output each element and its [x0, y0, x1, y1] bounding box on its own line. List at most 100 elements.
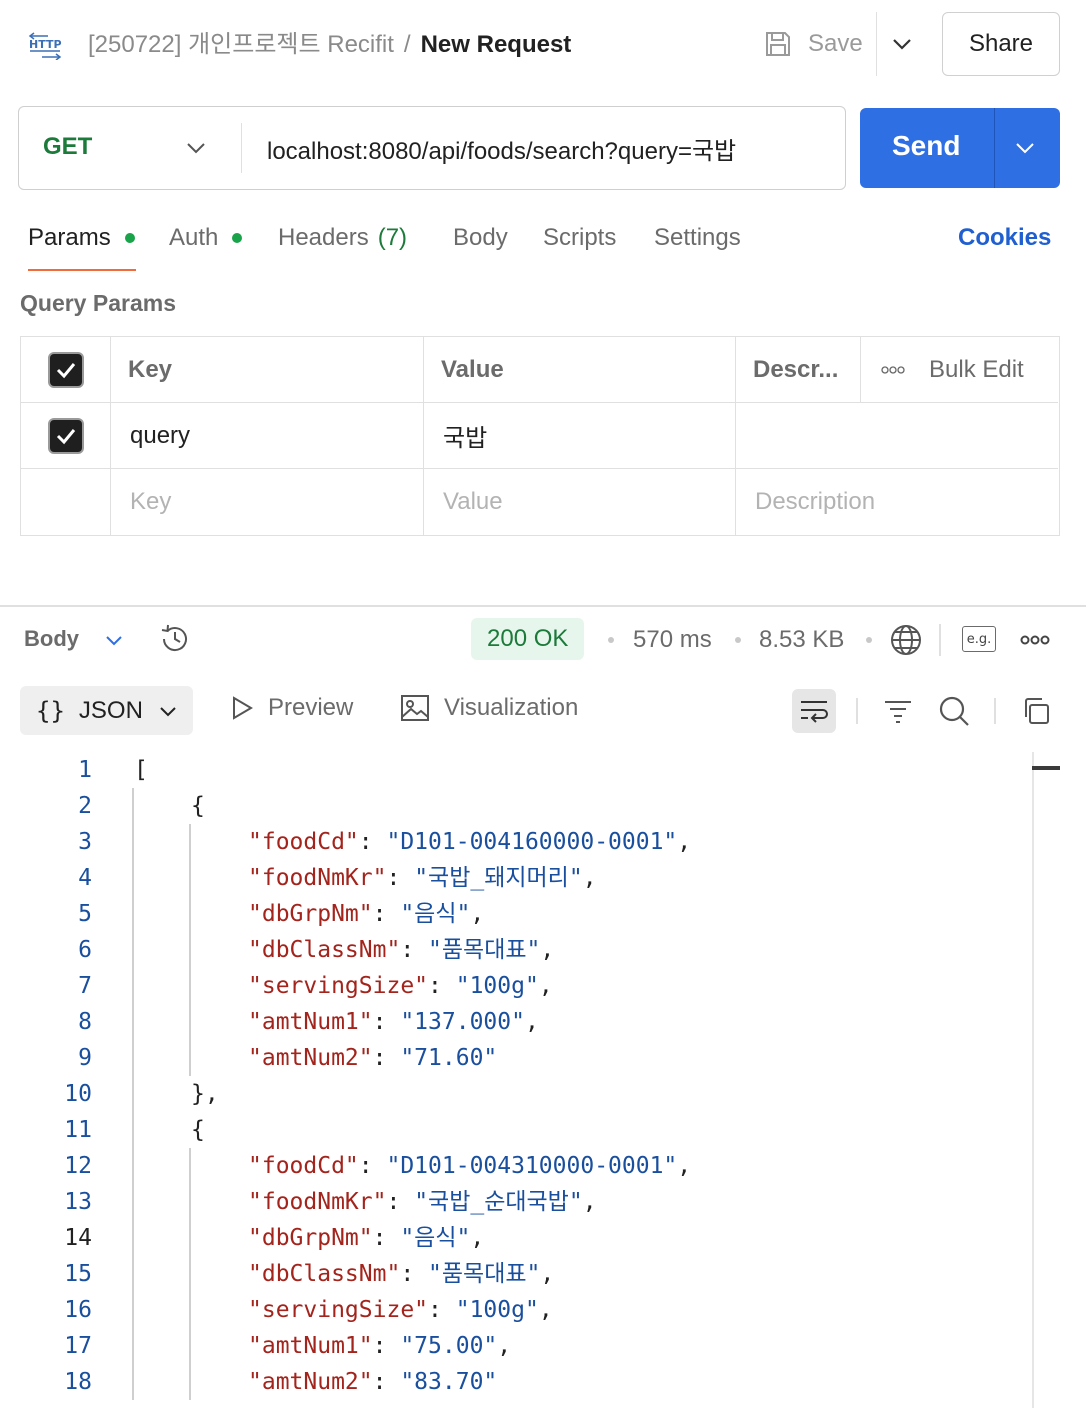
params-active-dot: [124, 233, 135, 243]
status-badge[interactable]: 200 OK: [471, 618, 585, 660]
send-label: Send: [892, 130, 961, 161]
request-header: HTTP [250722] 개인프로젝트 Recifit / New Request…: [0, 0, 1086, 88]
save-options-chevron-down-icon[interactable]: [888, 30, 916, 58]
code-scrollbar[interactable]: [1032, 752, 1034, 1408]
breadcrumb-collection[interactable]: [250722] 개인프로젝트 Recifit: [88, 31, 394, 58]
code-line: 4 "foodNmKr": "국밥_돼지머리",: [0, 860, 1032, 896]
json-punctuation: :: [372, 1333, 401, 1359]
line-number: 6: [78, 937, 92, 963]
response-view-bar: {} JSON Preview Visualization: [0, 686, 1086, 736]
code-text: "dbGrpNm": "음식",: [248, 896, 484, 932]
preview-tab[interactable]: Preview: [230, 694, 353, 722]
json-punctuation: :: [428, 1297, 456, 1323]
json-key: "foodNmKr": [248, 865, 387, 891]
more-icon[interactable]: [1018, 628, 1052, 652]
copy-icon: [1025, 698, 1049, 724]
json-string: "100g": [455, 973, 539, 999]
send-button[interactable]: Send: [860, 108, 1060, 188]
json-key: "servingSize": [248, 1297, 429, 1323]
json-string: "137.000": [400, 1009, 525, 1035]
new-param-description-input[interactable]: Description: [736, 469, 1058, 535]
method-chevron-down-icon[interactable]: [183, 135, 209, 161]
save-button[interactable]: Save: [762, 26, 863, 62]
line-number: 13: [64, 1189, 92, 1215]
visualization-tab[interactable]: Visualization: [400, 694, 578, 722]
tab-scripts[interactable]: Scripts: [543, 224, 616, 252]
json-punctuation: ,: [677, 1153, 692, 1179]
bulk-edit-cell: Bulk Edit: [861, 337, 1058, 402]
select-all-checkbox[interactable]: [47, 351, 84, 388]
column-key: Key: [111, 337, 424, 402]
meta-dot: [735, 637, 741, 643]
cookies-link[interactable]: Cookies: [958, 224, 1051, 252]
json-punctuation: :: [372, 1045, 401, 1071]
new-param-value-input[interactable]: Value: [424, 469, 736, 535]
save-example-icon[interactable]: e.g.: [962, 626, 996, 652]
copy-button[interactable]: [1014, 689, 1058, 733]
response-divider: [0, 605, 1086, 607]
url-input[interactable]: [267, 129, 827, 167]
meta-dot: [866, 637, 872, 643]
json-punctuation: ,: [538, 1297, 553, 1323]
new-param-checkbox-cell: [21, 469, 111, 535]
response-time[interactable]: 570 ms: [633, 626, 712, 654]
format-select[interactable]: {} JSON: [20, 686, 193, 735]
json-key: "dbClassNm": [248, 937, 401, 963]
send-options-chevron-down-icon[interactable]: [1012, 135, 1038, 161]
json-punctuation: :: [358, 829, 387, 855]
url-divider: [241, 123, 242, 173]
response-size[interactable]: 8.53 KB: [759, 626, 844, 654]
code-text: "amtNum2": "71.60": [248, 1040, 497, 1076]
filter-button[interactable]: [876, 689, 920, 733]
tab-params[interactable]: Params: [28, 224, 135, 252]
history-icon[interactable]: [158, 622, 192, 656]
check-icon: [56, 428, 75, 444]
code-text: "servingSize": "100g",: [248, 1292, 553, 1328]
param-value-field[interactable]: 국밥: [424, 403, 736, 468]
code-scrollbar-thumb[interactable]: [1032, 766, 1060, 770]
response-code-view[interactable]: 1[2{3 "foodCd": "D101-004160000-0001", 4 "f…: [0, 752, 1032, 1408]
code-line: 18 "amtNum2": "83.70": [0, 1364, 1032, 1400]
line-number: 5: [78, 901, 92, 927]
json-string: "100g": [455, 1297, 539, 1323]
new-param-key-input[interactable]: Key: [111, 469, 424, 535]
tab-auth[interactable]: Auth: [169, 224, 243, 252]
param-enable-checkbox[interactable]: [47, 417, 84, 454]
response-section-chevron-down-icon[interactable]: [102, 628, 126, 652]
line-number: 1: [78, 757, 92, 783]
json-string: "음식": [400, 1225, 471, 1251]
share-button[interactable]: Share: [942, 12, 1060, 76]
method-select[interactable]: GET: [43, 133, 92, 161]
param-key-field[interactable]: query: [111, 403, 424, 468]
code-line: 6 "dbClassNm": "품목대표",: [0, 932, 1032, 968]
search-button[interactable]: [932, 689, 976, 733]
tab-headers[interactable]: Headers (7): [278, 224, 407, 252]
toolbar-divider: [939, 624, 941, 656]
json-punctuation: [: [134, 757, 148, 783]
json-key: "amtNum2": [248, 1369, 373, 1395]
request-tabs: Params Auth Headers (7) Body Scripts Sett…: [0, 216, 1086, 276]
globe-icon[interactable]: [888, 622, 924, 658]
bulk-edit-button[interactable]: Bulk Edit: [881, 356, 1024, 384]
tab-settings[interactable]: Settings: [654, 224, 741, 252]
json-string: "품목대표": [428, 1261, 541, 1287]
code-line: 1[: [0, 752, 1032, 788]
json-punctuation: :: [386, 865, 415, 891]
response-section-select[interactable]: Body: [24, 626, 79, 652]
line-number: 10: [64, 1081, 92, 1107]
json-punctuation: ,: [524, 1009, 539, 1035]
query-params-table: Key Value Descr... Bulk Edit query 국밥 Ke…: [20, 336, 1060, 536]
param-description-field[interactable]: [736, 403, 1058, 468]
code-line: 16 "servingSize": "100g",: [0, 1292, 1032, 1328]
json-punctuation: :: [400, 1261, 429, 1287]
visualization-label: Visualization: [444, 694, 579, 721]
json-string: "D101-004160000-0001": [386, 829, 678, 855]
json-string: "품목대표": [428, 937, 541, 963]
new-param-row: Key Value Description: [21, 469, 1058, 535]
json-punctuation: ,: [540, 1261, 555, 1287]
wrap-lines-button[interactable]: [792, 689, 836, 733]
tab-body[interactable]: Body: [453, 224, 508, 252]
code-line: 15 "dbClassNm": "품목대표",: [0, 1256, 1032, 1292]
request-name[interactable]: New Request: [421, 31, 572, 58]
wrap-lines-icon: [801, 701, 828, 723]
